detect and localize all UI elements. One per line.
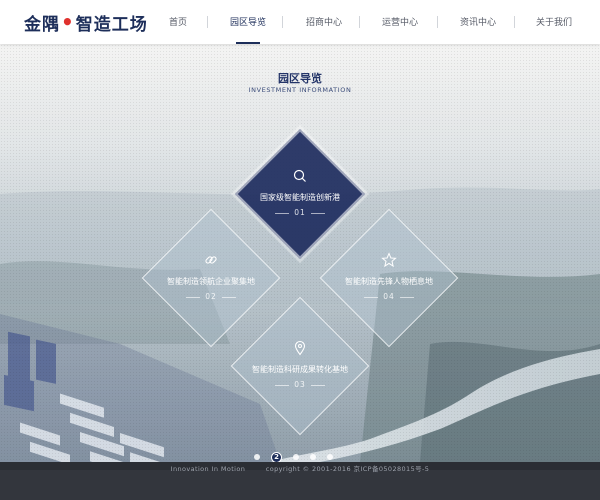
logo-text-part1: 金隅 [24, 14, 60, 35]
nav-divider [207, 16, 208, 28]
nav-item-investment[interactable]: 招商中心 [294, 0, 354, 44]
pager-dot-active[interactable]: 2 [271, 451, 282, 462]
logo-text-part2: 智造工场 [75, 14, 148, 35]
feature-card-research-base[interactable]: 智能制造科研成果转化基地 03 [230, 296, 370, 436]
nav-item-about[interactable]: 关于我们 [524, 0, 584, 44]
footer-text: Innovation In Motion copyright © 2001-20… [0, 463, 600, 473]
nav-label: 招商中心 [305, 18, 342, 28]
nav-label: 运营中心 [381, 18, 418, 28]
nav-active-indicator [236, 42, 260, 44]
hero-section: 园区导览 INVESTMENT INFORMATION 国家级智能制造创新港 0… [0, 44, 600, 462]
nav-label: 首页 [168, 18, 187, 28]
pager-dot[interactable] [327, 454, 333, 460]
nav-divider [437, 16, 438, 28]
search-icon [293, 169, 306, 182]
feature-card-label: 智能制造科研成果转化基地 [252, 365, 348, 374]
site-footer: Innovation In Motion copyright © 2001-20… [0, 462, 600, 500]
slide-pager: 2 [254, 450, 344, 462]
footer-copyright: copyright © 2001-2016 京ICP备05028015号-5 [265, 465, 430, 473]
pager-dot[interactable] [254, 454, 260, 460]
footer-slogan: Innovation In Motion [170, 465, 246, 473]
site-logo[interactable]: 金隅 • 智造工场 [24, 9, 148, 35]
feature-card-label: 国家级智能制造创新港 [260, 193, 340, 202]
feature-card-label: 智能制造先锋人物栖息地 [345, 277, 433, 286]
link-icon [205, 256, 217, 264]
nav-item-news[interactable]: 资讯中心 [448, 0, 508, 44]
feature-card-label: 智能制造领航企业聚集地 [167, 277, 255, 286]
pager-dot[interactable] [310, 454, 316, 460]
star-icon [381, 252, 397, 268]
nav-label: 园区导览 [229, 18, 266, 28]
site-header: 金隅 • 智造工场 首页 园区导览 招商中心 运营中心 资讯中心 关于我们 [0, 0, 600, 44]
nav-item-operations[interactable]: 运营中心 [370, 0, 430, 44]
nav-divider [514, 16, 515, 28]
section-subtitle: INVESTMENT INFORMATION [248, 86, 352, 94]
section-title: 园区导览 [278, 72, 322, 85]
nav-item-park-tour[interactable]: 园区导览 [218, 0, 278, 44]
logo-separator: • [61, 10, 75, 34]
nav-divider [359, 16, 360, 28]
nav-divider [282, 16, 283, 28]
pager-dot[interactable] [293, 454, 299, 460]
nav-label: 资讯中心 [459, 18, 496, 28]
nav-label: 关于我们 [535, 18, 572, 28]
location-pin-icon [294, 340, 306, 356]
main-nav: 首页 园区导览 招商中心 运营中心 资讯中心 关于我们 [140, 0, 600, 44]
nav-item-home[interactable]: 首页 [148, 0, 208, 44]
feature-card-number: 03 [230, 380, 370, 389]
